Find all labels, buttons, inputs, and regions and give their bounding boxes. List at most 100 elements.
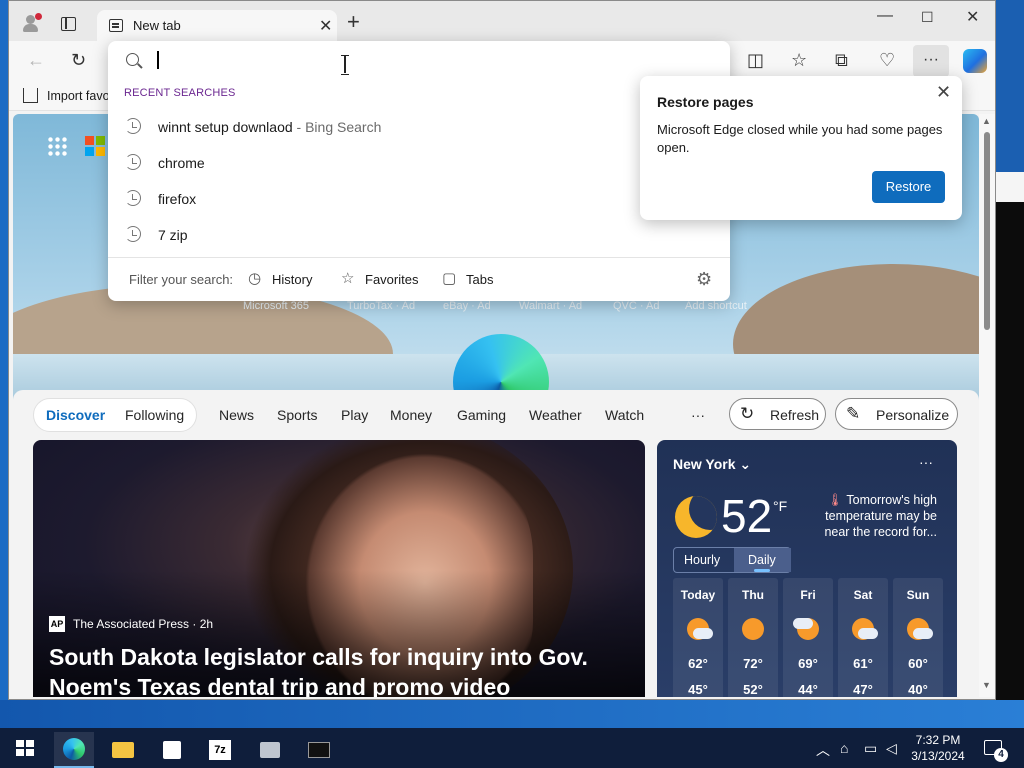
tab-gaming[interactable]: Gaming xyxy=(457,407,506,423)
quick-link[interactable]: Add shortcut xyxy=(685,300,747,312)
tab-sports[interactable]: Sports xyxy=(277,407,317,423)
quick-link[interactable]: TurboTax · Ad xyxy=(347,300,415,312)
scrollbar-thumb[interactable] xyxy=(984,132,990,330)
7zip-icon: 7z xyxy=(209,740,231,760)
suggestion-item[interactable]: 7 zip xyxy=(108,217,730,253)
weather-more-button[interactable]: ··· xyxy=(919,454,933,470)
tab-following[interactable]: Following xyxy=(125,407,184,423)
cloud-icon xyxy=(693,628,713,639)
settings-and-more-button[interactable]: ··· xyxy=(913,45,949,77)
hourly-option[interactable]: Hourly xyxy=(684,553,720,567)
hero-news-card[interactable]: AP The Associated Press · 2h South Dakot… xyxy=(33,440,645,697)
tab-money[interactable]: Money xyxy=(390,407,432,423)
show-hidden-icons-icon[interactable]: ︿ xyxy=(816,740,830,760)
news-headline[interactable]: South Dakota legislator calls for inquir… xyxy=(49,642,629,697)
close-tab-icon[interactable]: ✕ xyxy=(319,16,332,36)
maximize-button[interactable]: ☐ xyxy=(921,9,934,26)
quick-link[interactable]: Walmart · Ad xyxy=(519,300,582,312)
more-tabs-button[interactable]: ··· xyxy=(691,407,705,423)
network-icon[interactable]: ▭ xyxy=(864,740,877,757)
quick-link[interactable]: eBay · Ad xyxy=(443,300,491,312)
suggestion-item[interactable]: winnt setup downlaod - Bing Search xyxy=(108,109,730,145)
low-temp: 40° xyxy=(908,682,928,697)
taskbar-edge[interactable] xyxy=(54,732,94,768)
split-screen-icon[interactable]: ◫ xyxy=(747,51,764,69)
installer-icon xyxy=(260,742,280,758)
taskbar-command-prompt[interactable] xyxy=(298,732,338,768)
taskbar-7zip[interactable]: 7z xyxy=(200,732,240,768)
minimize-button[interactable]: — xyxy=(877,7,893,25)
daily-option[interactable]: Daily xyxy=(748,553,776,567)
close-icon[interactable]: ✕ xyxy=(936,82,951,103)
search-filter-row: Filter your search: ◷ History ☆ Favorite… xyxy=(108,259,730,301)
taskbar-store[interactable] xyxy=(152,732,192,768)
divider xyxy=(108,257,730,258)
text-cursor-icon xyxy=(341,55,349,75)
collections-icon[interactable]: ⧉ xyxy=(835,51,848,69)
weather-city[interactable]: New York ⌄ xyxy=(673,456,751,473)
volume-muted-icon[interactable]: ◁ xyxy=(886,740,897,757)
tab-news[interactable]: News xyxy=(219,407,254,423)
suggestion-item[interactable]: firefox xyxy=(108,181,730,217)
taskbar-file-explorer[interactable] xyxy=(102,732,142,768)
system-clock[interactable]: 7:32 PM 3/13/2024 xyxy=(908,732,968,764)
favorites-star-icon[interactable]: ☆ xyxy=(791,51,807,69)
personalize-button[interactable]: ✎ Personalize xyxy=(835,398,958,430)
new-tab-button[interactable]: + xyxy=(347,11,360,33)
scroll-up-icon[interactable]: ▲ xyxy=(982,116,991,126)
weather-alert[interactable]: 🌡 Tomorrow's high temperature may be nea… xyxy=(817,492,937,540)
command-prompt-icon xyxy=(308,742,330,758)
forecast-day[interactable]: Today 62° 45° xyxy=(673,578,723,697)
copilot-icon[interactable] xyxy=(963,49,987,73)
forecast-day[interactable]: Sun 60° 40° xyxy=(893,578,943,697)
news-feed: Discover Following News Sports Play Mone… xyxy=(13,390,979,697)
tab-weather[interactable]: Weather xyxy=(529,407,582,423)
scroll-down-icon[interactable]: ▼ xyxy=(982,680,991,690)
suggestion-text: chrome xyxy=(158,155,205,171)
weather-card[interactable]: New York ⌄ ··· 52 °F 🌡 Tomorrow's high t… xyxy=(657,440,957,697)
desktop-wallpaper-strip xyxy=(0,700,1024,728)
background-window-edge xyxy=(996,172,1024,202)
windows-start-icon[interactable] xyxy=(16,740,34,756)
taskbar-installer[interactable] xyxy=(250,732,290,768)
import-favorites-link[interactable]: Import favo xyxy=(47,89,110,103)
tab-watch[interactable]: Watch xyxy=(605,407,644,423)
suggestion-item[interactable]: chrome xyxy=(108,145,730,181)
address-bar xyxy=(108,41,730,81)
quick-link[interactable]: QVC · Ad xyxy=(613,300,659,312)
network-adapter-icon[interactable]: ⌂ xyxy=(840,740,848,756)
history-icon: ◷ xyxy=(248,270,262,287)
tab-play[interactable]: Play xyxy=(341,407,368,423)
gear-icon[interactable]: ⚙ xyxy=(696,269,712,290)
quick-link[interactable]: Microsoft 365 xyxy=(243,300,309,312)
daily-forecast: Today 62° 45° Thu 72° 52° Fri 69° 44° Sa… xyxy=(673,578,943,697)
forecast-day[interactable]: Sat 61° 47° xyxy=(838,578,888,697)
high-temp: 72° xyxy=(743,656,763,671)
browser-essentials-icon[interactable]: ♡ xyxy=(879,51,895,69)
current-temperature: 52 xyxy=(721,490,773,542)
day-name: Fri xyxy=(800,588,816,602)
tab-new-tab[interactable]: New tab ✕ xyxy=(97,10,337,43)
forecast-day[interactable]: Fri 69° 44° xyxy=(783,578,833,697)
search-icon xyxy=(126,53,139,66)
pencil-icon: ✎ xyxy=(846,404,861,423)
suggestion-text: firefox xyxy=(158,191,197,207)
tab-actions-icon[interactable] xyxy=(61,17,76,31)
forecast-day[interactable]: Thu 72° 52° xyxy=(728,578,778,697)
back-arrow-icon[interactable]: ← xyxy=(27,51,45,69)
app-launcher-icon[interactable] xyxy=(47,136,67,156)
page-scrollbar[interactable]: ▲ ▼ xyxy=(979,114,995,697)
close-window-button[interactable]: ✕ xyxy=(966,7,979,27)
filter-label: Filter your search: xyxy=(129,272,234,287)
refresh-button[interactable]: ↻ Refresh xyxy=(729,398,826,430)
refresh-icon: ↻ xyxy=(740,404,755,423)
profile-icon[interactable] xyxy=(21,13,42,33)
low-temp: 52° xyxy=(743,682,763,697)
refresh-icon[interactable]: ↻ xyxy=(71,51,86,69)
day-name: Today xyxy=(680,588,716,602)
restore-button[interactable]: Restore xyxy=(872,171,945,203)
moon-icon xyxy=(675,496,717,538)
history-icon xyxy=(125,154,141,170)
tab-discover[interactable]: Discover xyxy=(46,407,105,423)
address-input[interactable] xyxy=(156,49,716,73)
